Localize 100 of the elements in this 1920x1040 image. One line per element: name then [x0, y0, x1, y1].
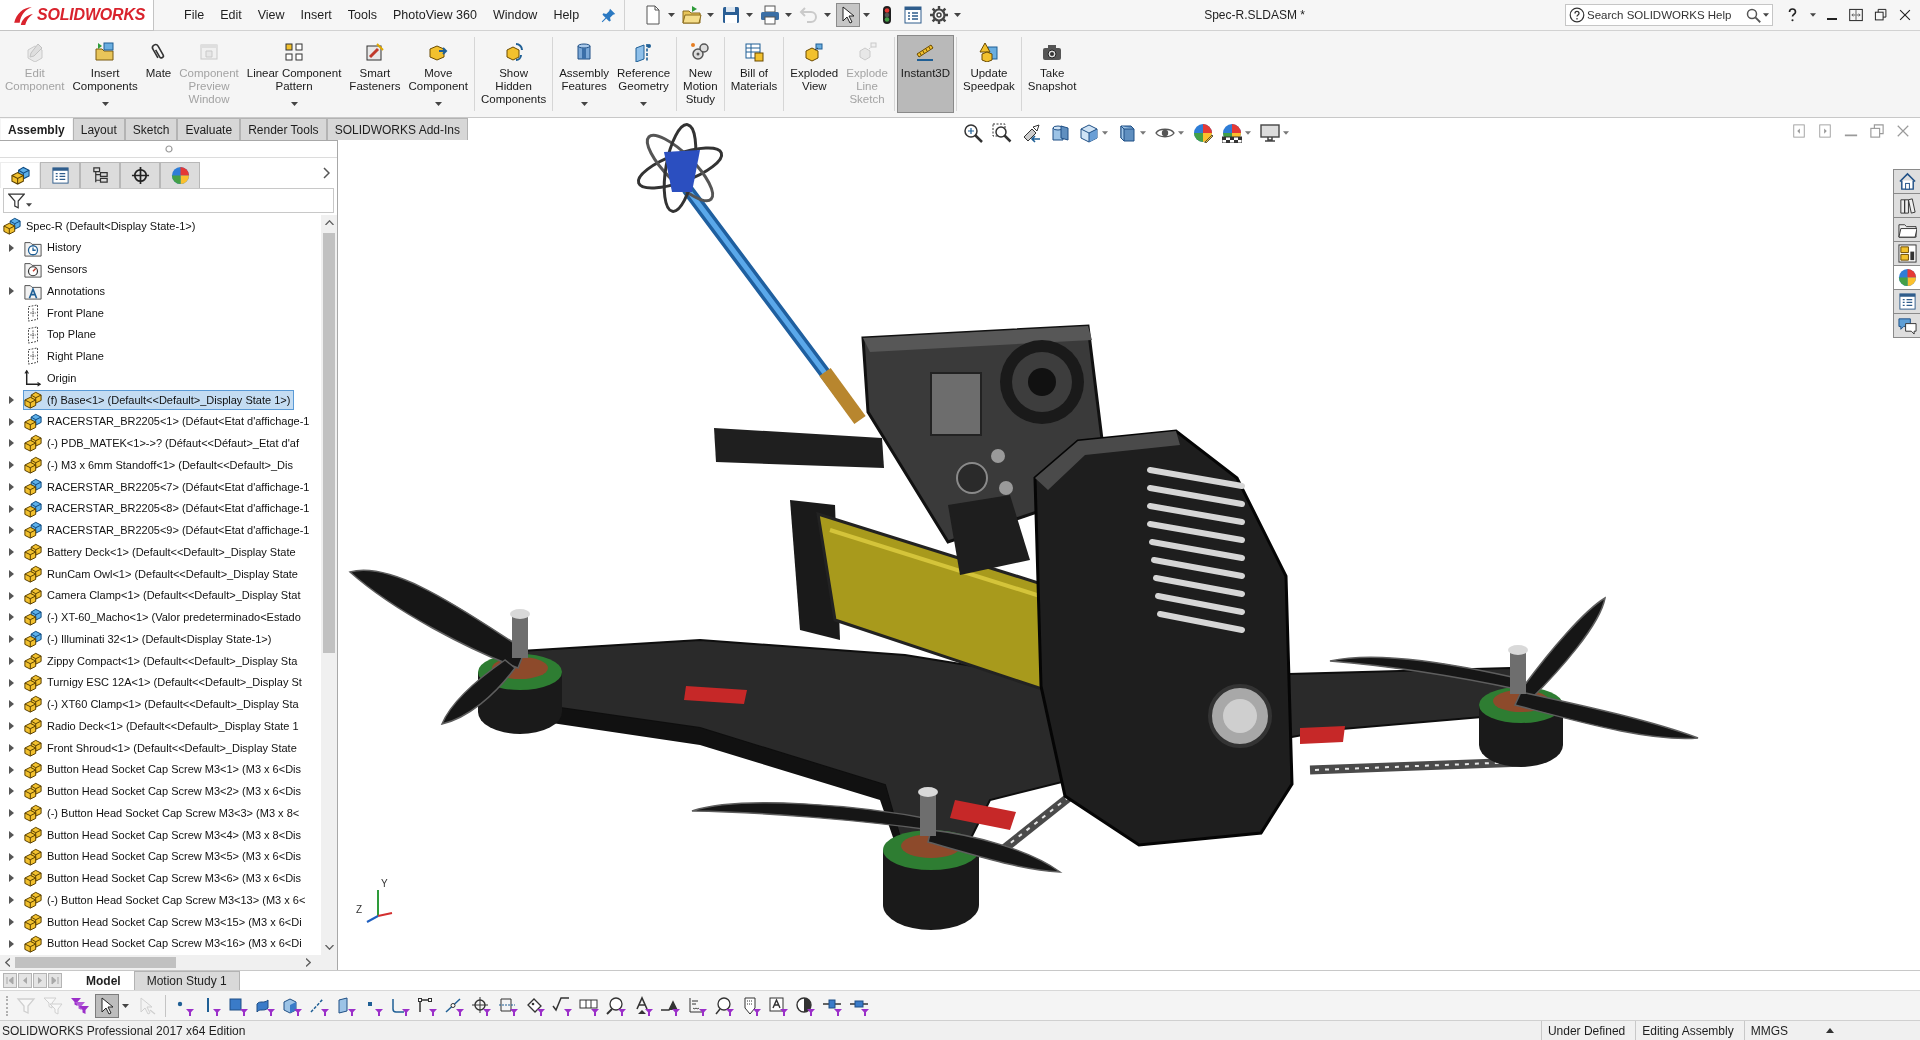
tree-item[interactable]: RACERSTAR_BR2205<1> (Défaut<Etat d'affichage-1 [23, 411, 314, 432]
expand-arrow-icon[interactable] [8, 613, 14, 622]
expand-arrow-icon[interactable] [8, 635, 14, 644]
tree-item[interactable]: Sensors [23, 259, 92, 280]
tree-item[interactable]: Battery Deck<1> (Default<<Default>_Display State [23, 542, 300, 563]
command-button[interactable]: Mate [141, 35, 176, 113]
study-tab[interactable]: Motion Study 1 [133, 971, 240, 990]
tree-item[interactable]: Button Head Socket Cap Screw M3<6> (M3 x 6<Dis [23, 868, 306, 889]
tree-item[interactable]: (-) XT-60_Macho<1> (Valor predeterminado<Estado [23, 607, 305, 628]
command-button[interactable]: Reference Geometry [613, 35, 675, 113]
menu-item[interactable]: Insert [292, 0, 340, 31]
tree-item[interactable]: RunCam Owl<1> (Default<<Default>_Display State [23, 563, 302, 584]
menu-item[interactable]: PhotoView 360 [385, 0, 485, 31]
tree-item[interactable]: Annotations [23, 281, 110, 302]
tree-item[interactable]: (-) M3 x 6mm Standoff<1> (Default<<Default>_Dis [23, 455, 297, 476]
scrollbar-thumb[interactable] [323, 233, 335, 653]
command-tab[interactable]: SOLIDWORKS Add-Ins [326, 118, 468, 140]
section-view-icon[interactable] [1050, 123, 1070, 143]
task-pane-tab[interactable] [1894, 218, 1920, 242]
caret-icon[interactable] [1763, 13, 1769, 17]
panel-tab[interactable] [120, 162, 160, 188]
menu-item[interactable]: Window [484, 0, 546, 31]
menu-item[interactable]: Edit [212, 0, 250, 31]
command-tab[interactable]: Evaluate [177, 118, 241, 140]
expand-arrow-icon[interactable] [8, 591, 14, 600]
expand-arrow-icon[interactable] [8, 700, 14, 709]
caret-icon[interactable] [746, 13, 754, 17]
tree-item[interactable]: Button Head Socket Cap Screw M3<4> (M3 x 8<Dis [23, 824, 306, 845]
caret-icon[interactable] [1245, 131, 1251, 135]
tree-item[interactable]: Right Plane [23, 346, 108, 367]
command-button[interactable]: Exploded View [786, 35, 843, 113]
caret-icon[interactable] [1283, 131, 1289, 135]
tree-item[interactable]: Button Head Socket Cap Screw M3<1> (M3 x 6<Dis [23, 759, 306, 780]
toggle-button[interactable] [836, 3, 861, 27]
panel-tab[interactable] [40, 162, 80, 188]
caret-icon[interactable] [1810, 13, 1816, 17]
expand-arrow-icon[interactable] [8, 439, 14, 448]
previous-view-icon[interactable] [1021, 123, 1041, 143]
filter-field[interactable] [3, 188, 334, 213]
expand-arrow-icon[interactable] [8, 656, 14, 665]
tree-item[interactable]: (-) Illuminati 32<1> (Default<Display State-1>) [23, 629, 276, 650]
caret-icon[interactable] [668, 13, 676, 17]
command-button[interactable]: Assembly Features [555, 35, 614, 113]
tree-item[interactable]: RACERSTAR_BR2205<9> (Défaut<Etat d'affichage-1 [23, 520, 314, 541]
tree-item[interactable]: Button Head Socket Cap Screw M3<15> (M3 x 6<Di [23, 911, 306, 932]
caret-icon[interactable] [1140, 131, 1146, 135]
sketch-line-filter-icon[interactable] [417, 995, 437, 1016]
printer-icon[interactable] [760, 5, 781, 25]
menu-item[interactable]: View [249, 0, 293, 31]
tree-item[interactable]: (-) Button Head Socket Cap Screw M3<13> (M3 x 6< [23, 890, 310, 911]
command-tab[interactable]: Layout [72, 118, 125, 140]
expand-arrow-icon[interactable] [8, 896, 14, 905]
expand-arrow-icon[interactable] [8, 939, 14, 948]
task-pane-tab[interactable] [1894, 194, 1920, 218]
tree-item[interactable]: Spec-R (Default<Display State-1>) [2, 215, 200, 236]
task-pane-tab[interactable] [1894, 314, 1920, 338]
stepped-lines-filter-icon[interactable] [687, 995, 707, 1016]
menu-item[interactable]: Tools [339, 0, 386, 31]
tree-item[interactable]: Origin [23, 368, 81, 389]
expand-arrow-icon[interactable] [8, 722, 14, 731]
shield-filter-icon[interactable] [741, 995, 761, 1016]
caret-icon[interactable] [1102, 131, 1108, 135]
tree-item[interactable]: (-) PDB_MATEK<1>->? (Défaut<<Défaut>_Etat d'af [23, 433, 303, 454]
tree-item[interactable]: (-) Button Head Socket Cap Screw M3<3> (M3 x 8< [23, 803, 304, 824]
task-pane-tab[interactable] [1894, 170, 1920, 194]
tree-item[interactable]: (-) XT60 Clamp<1> (Default<<Default>_Display Sta [23, 694, 303, 715]
frame-filter-icon[interactable] [498, 995, 518, 1016]
expand-arrow-icon[interactable] [8, 243, 14, 252]
monitor-icon[interactable] [1260, 123, 1280, 143]
command-button[interactable]: Linear Component Pattern [242, 35, 346, 113]
expand-arrow-icon[interactable] [8, 852, 14, 861]
surface-finish-filter-icon[interactable] [552, 995, 572, 1016]
caret-up-icon[interactable] [1826, 1028, 1834, 1033]
expand-arrow-icon[interactable] [8, 287, 14, 296]
tree-item[interactable]: Front Shroud<1> (Default<<Default>_Display State [23, 737, 301, 758]
close-icon[interactable] [1898, 8, 1912, 22]
face-filter-icon[interactable] [228, 995, 248, 1016]
zoom-to-fit-icon[interactable] [963, 123, 983, 143]
expand-arrow-icon[interactable] [8, 461, 14, 470]
cube-icon[interactable] [1079, 123, 1099, 143]
expand-arrow-icon[interactable] [8, 678, 14, 687]
datum-filter-icon[interactable] [633, 995, 653, 1016]
save-icon[interactable] [721, 5, 742, 25]
command-button[interactable]: New Motion Study [679, 35, 722, 113]
expand-arrow-icon[interactable] [8, 482, 14, 491]
command-button[interactable]: Update Speedpak [959, 35, 1019, 113]
center-mark-filter-icon[interactable] [471, 995, 491, 1016]
half-circle-filter-icon[interactable] [795, 995, 815, 1016]
splitter-grip-icon[interactable] [164, 145, 173, 153]
caret-icon[interactable] [707, 13, 715, 17]
plane-filter-icon[interactable] [336, 995, 356, 1016]
stacked-filter-icon[interactable] [70, 995, 90, 1016]
command-button[interactable]: Move Component [404, 35, 472, 113]
chevron-right-icon[interactable] [323, 167, 330, 179]
tree-item[interactable]: Radio Deck<1> (Default<<Default>_Display State 1 [23, 716, 303, 737]
open-folder-icon[interactable] [682, 5, 703, 25]
horizontal-scrollbar[interactable] [0, 955, 337, 970]
command-button[interactable]: Insert Components [68, 35, 142, 113]
tree-item[interactable]: Turnigy ESC 12A<1> (Default<<Default>_Display St [23, 672, 306, 693]
command-tab[interactable]: Render Tools [240, 118, 327, 140]
